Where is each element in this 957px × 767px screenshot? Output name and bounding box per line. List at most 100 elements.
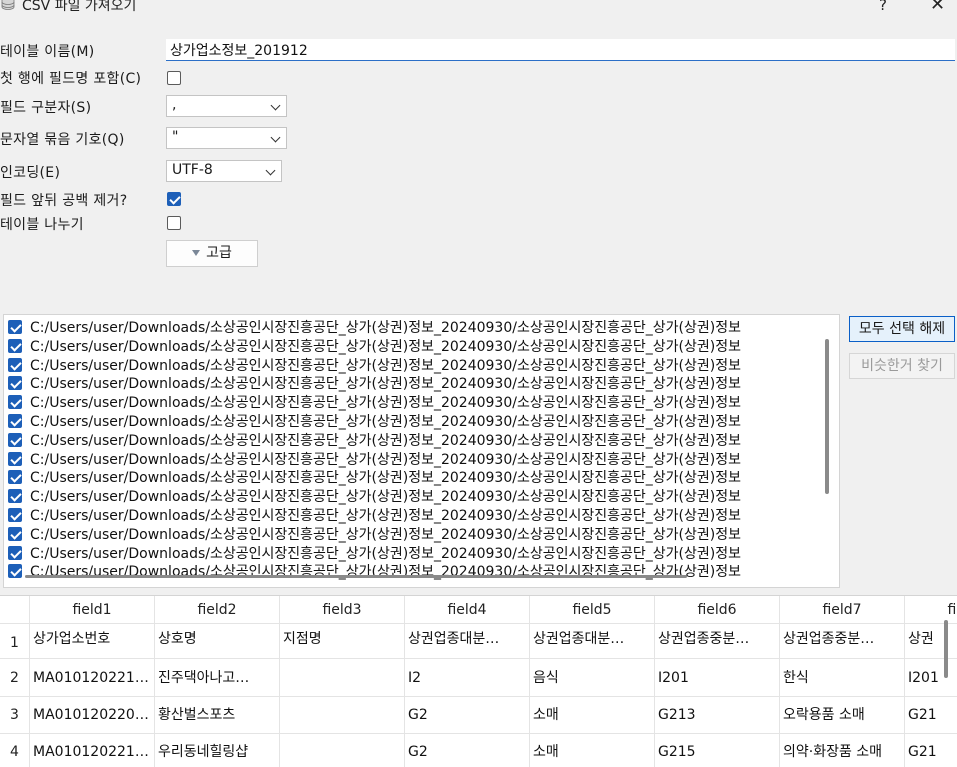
grid-cell[interactable]: 황산벌스포츠	[155, 697, 280, 734]
grid-cell[interactable]: MA010120221…	[30, 659, 155, 697]
table-name-input[interactable]	[166, 39, 955, 61]
grid-cell[interactable]: 상권업종대분…	[405, 624, 530, 659]
grid-cell[interactable]: 우리동네힐링샵	[155, 734, 280, 767]
grid-cell[interactable]: 의약·화장품 소매	[780, 734, 905, 767]
file-path: C:/Users/user/Downloads/소상공인시장진흥공단_상가(상권…	[30, 489, 741, 506]
advanced-button-label: 고급	[206, 245, 232, 261]
grid-cell[interactable]: G2	[405, 734, 530, 767]
file-checkbox[interactable]	[8, 414, 22, 428]
encoding-value: UTF-8	[172, 162, 213, 178]
encoding-select[interactable]: UTF-8	[166, 160, 282, 182]
file-path: C:/Users/user/Downloads/소상공인시장진흥공단_상가(상권…	[30, 395, 741, 412]
advanced-button[interactable]: 고급	[166, 240, 258, 267]
title-bar: CSV 파일 가져오기 ? ✕	[0, 0, 957, 24]
file-checkbox[interactable]	[8, 338, 22, 353]
grid-cell[interactable]	[280, 697, 405, 734]
grid-cell[interactable]: G21	[905, 734, 957, 767]
grid-cell[interactable]: G215	[655, 734, 780, 767]
grid-cell[interactable]: 상권업종중분…	[655, 624, 780, 659]
grid-cell[interactable]: 상가업소번호	[30, 624, 155, 659]
grid-cell[interactable]: 지점명	[280, 624, 405, 659]
grid-cell[interactable]: 음식	[530, 659, 655, 697]
column-header[interactable]: field1	[30, 596, 155, 624]
file-checkbox[interactable]	[8, 432, 22, 447]
quote-char-select[interactable]: "	[166, 127, 287, 149]
grid-cell[interactable]: 상권업종중분…	[780, 624, 905, 659]
grid-cell[interactable]: G2	[405, 697, 530, 734]
grid-cell[interactable]: 소매	[530, 734, 655, 767]
grid-cell[interactable]: I2	[405, 659, 530, 697]
column-header[interactable]: field7	[780, 596, 905, 624]
chevron-down-icon	[270, 132, 281, 143]
file-path: C:/Users/user/Downloads/소상공인시장진흥공단_상가(상권…	[30, 432, 741, 449]
field-separator-value: ,	[172, 97, 177, 113]
deselect-all-button[interactable]: 모두 선택 해제	[849, 316, 955, 342]
grid-cell[interactable]: 한식	[780, 659, 905, 697]
file-checkbox[interactable]	[8, 320, 22, 334]
grid-corner	[0, 596, 30, 624]
grid-cell[interactable]: 진주댁아나고…	[155, 659, 280, 697]
split-table-label: 테이블 나누기	[0, 217, 84, 233]
file-checkbox[interactable]	[8, 564, 22, 579]
grid-cell[interactable]: I201	[655, 659, 780, 697]
file-path: C:/Users/user/Downloads/소상공인시장진흥공단_상가(상권…	[30, 357, 741, 374]
row-number[interactable]: 4	[0, 734, 30, 767]
file-path: C:/Users/user/Downloads/소상공인시장진흥공단_상가(상권…	[30, 414, 741, 430]
grid-cell[interactable]: G213	[655, 697, 780, 734]
preview-grid[interactable]: field1 field2 field3 field4 field5 field6 fiel…	[0, 595, 957, 767]
field-separator-select[interactable]: ,	[166, 95, 287, 117]
file-checkbox[interactable]	[8, 451, 22, 466]
row-number[interactable]: 3	[0, 697, 30, 734]
grid-cell[interactable]: MA010120220…	[30, 697, 155, 734]
close-button[interactable]: ✕	[930, 0, 945, 15]
chevron-down-icon	[270, 100, 281, 111]
file-path: C:/Users/user/Downloads/소상공인시장진흥공단_상가(상권…	[30, 320, 741, 336]
column-header[interactable]: field3	[280, 596, 405, 624]
file-path: C:/Users/user/Downloads/소상공인시장진흥공단_상가(상권…	[30, 508, 741, 524]
field-separator-label: 필드 구분자(S)	[0, 100, 92, 116]
file-checkbox[interactable]	[8, 395, 22, 410]
file-list[interactable]: C:/Users/user/Downloads/소상공인시장진흥공단_상가(상권…	[3, 314, 840, 588]
file-checkbox[interactable]	[8, 357, 22, 372]
file-path: C:/Users/user/Downloads/소상공인시장진흥공단_상가(상권…	[30, 338, 741, 355]
database-icon	[1, 0, 15, 10]
grid-cell[interactable]: G21	[905, 697, 957, 734]
find-similar-button[interactable]: 비슷한거 찾기	[849, 353, 955, 379]
trim-spaces-checkbox[interactable]	[167, 192, 181, 206]
trim-spaces-label: 필드 앞뒤 공백 제거?	[0, 193, 128, 209]
table-name-label: 테이블 이름(M)	[0, 44, 95, 60]
help-button[interactable]: ?	[879, 0, 887, 14]
quote-char-value: "	[172, 129, 179, 145]
file-path: C:/Users/user/Downloads/소상공인시장진흥공단_상가(상권…	[30, 545, 741, 562]
file-checkbox[interactable]	[8, 545, 22, 560]
split-table-checkbox[interactable]	[167, 216, 181, 230]
file-path: C:/Users/user/Downloads/소상공인시장진흥공단_상가(상권…	[30, 451, 741, 468]
file-checkbox[interactable]	[8, 526, 22, 541]
file-path: C:/Users/user/Downloads/소상공인시장진흥공단_상가(상권…	[30, 470, 741, 487]
grid-vertical-scrollbar[interactable]	[944, 620, 948, 678]
column-header[interactable]: field8	[905, 596, 957, 624]
file-list-horizontal-scrollbar[interactable]	[25, 575, 687, 578]
column-header[interactable]: field4	[405, 596, 530, 624]
file-checkbox[interactable]	[8, 470, 22, 485]
grid-cell[interactable]: 소매	[530, 697, 655, 734]
file-list-vertical-scrollbar[interactable]	[825, 339, 829, 494]
grid-cell[interactable]: 상권업종대분…	[530, 624, 655, 659]
column-header[interactable]: field2	[155, 596, 280, 624]
grid-cell[interactable]	[280, 659, 405, 697]
file-path: C:/Users/user/Downloads/소상공인시장진흥공단_상가(상권…	[30, 564, 741, 581]
file-checkbox[interactable]	[8, 489, 22, 504]
grid-cell[interactable]: MA010120221…	[30, 734, 155, 767]
grid-cell[interactable]: 상호명	[155, 624, 280, 659]
grid-cell[interactable]: 오락용품 소매	[780, 697, 905, 734]
grid-cell[interactable]: 상권	[905, 624, 957, 659]
row-number[interactable]: 1	[0, 624, 30, 659]
grid-cell[interactable]	[280, 734, 405, 767]
header-row-checkbox[interactable]	[167, 71, 181, 85]
column-header[interactable]: field6	[655, 596, 780, 624]
grid-cell[interactable]: I201	[905, 659, 957, 697]
file-checkbox[interactable]	[8, 508, 22, 522]
column-header[interactable]: field5	[530, 596, 655, 624]
row-number[interactable]: 2	[0, 659, 30, 697]
file-checkbox[interactable]	[8, 376, 22, 391]
